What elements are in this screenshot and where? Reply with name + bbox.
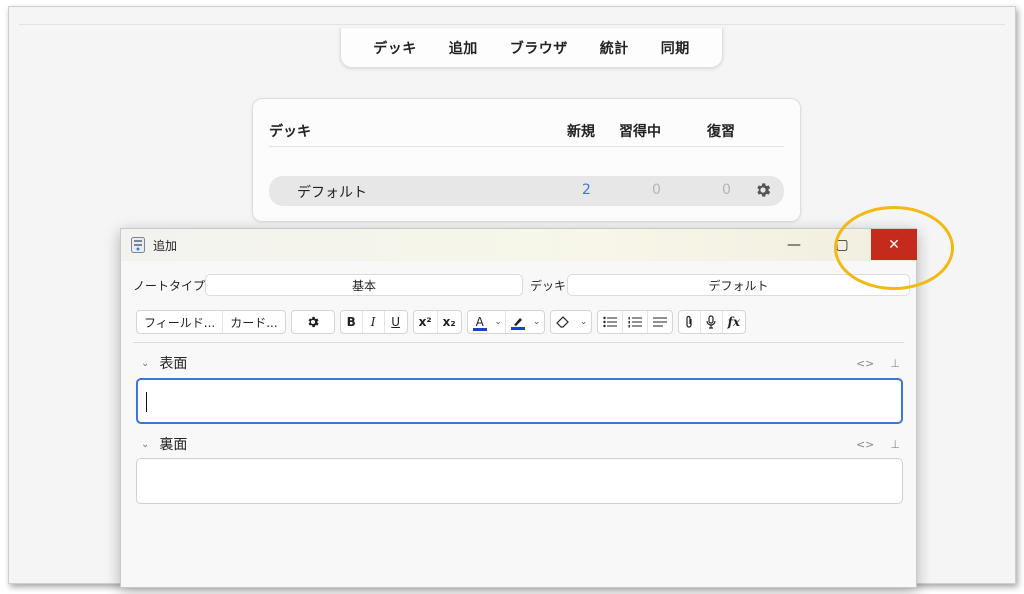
back-field-label: 裏面 (159, 437, 188, 453)
html-editor-toggle[interactable]: <> (856, 357, 874, 370)
numbered-list-icon[interactable] (623, 311, 648, 333)
main-menubar: デッキ 追加 ブラウザ 統計 同期 (340, 28, 723, 68)
text-color-button[interactable]: A (468, 311, 492, 333)
menu-decks[interactable]: デッキ (357, 38, 433, 58)
cards-button[interactable]: カード... (223, 311, 284, 333)
menu-add[interactable]: 追加 (433, 38, 494, 58)
editor-toolbar: フィールド... カード... B I U x² x₂ A ⌄ ⌄ ⌄ fx (136, 309, 751, 335)
minimize-button[interactable]: — (771, 229, 817, 261)
deck-list-card: デッキ 新規 習得中 復習 デフォルト 2 0 0 (252, 98, 801, 222)
pin-icon[interactable]: ⊥ (890, 438, 900, 451)
text-color-letter: A (475, 314, 484, 329)
front-field-icons: <> ⊥ (856, 357, 900, 370)
window-titlebar[interactable]: 追加 — ▢ ✕ (121, 229, 917, 261)
window-title: 追加 (153, 239, 178, 253)
paperclip-icon[interactable] (679, 311, 701, 333)
bullet-list-icon[interactable] (598, 311, 623, 333)
color-group: A ⌄ ⌄ (466, 310, 545, 334)
text-color-swatch (472, 327, 487, 331)
deck-row[interactable]: デフォルト 2 0 0 (269, 176, 784, 206)
front-field-editor[interactable] (136, 378, 903, 424)
close-button[interactable]: ✕ (871, 229, 917, 260)
microphone-icon[interactable] (701, 311, 723, 333)
deck-list-header: デッキ 新規 習得中 復習 (269, 121, 784, 145)
notetype-label: ノートタイプ (133, 279, 206, 293)
italic-button[interactable]: I (363, 311, 385, 333)
math-button[interactable]: fx (723, 311, 745, 333)
chevron-down-icon[interactable]: ⌄ (141, 439, 149, 450)
add-note-window: 追加 — ▢ ✕ ノートタイプ 基本 デッキ デフォルト フィールド... カー… (120, 228, 917, 588)
header-deck: デッキ (269, 124, 311, 140)
anki-app-icon (131, 237, 145, 253)
back-field-editor[interactable] (136, 458, 903, 504)
menu-stats[interactable]: 統計 (584, 38, 645, 58)
eraser-group: ⌄ (549, 310, 592, 334)
deck-value: デフォルト (708, 278, 769, 293)
front-field-header[interactable]: ⌄ 表面 (141, 354, 187, 372)
front-field-label: 表面 (159, 356, 188, 372)
chevron-down-icon[interactable]: ⌄ (492, 311, 506, 333)
eraser-icon[interactable] (551, 311, 577, 333)
pin-icon[interactable]: ⊥ (890, 357, 900, 370)
superscript-button[interactable]: x² (414, 311, 438, 333)
align-icon[interactable] (648, 311, 672, 333)
deck-selector[interactable]: デフォルト (567, 274, 910, 296)
deck-new-count: 2 (582, 182, 591, 198)
list-group (596, 310, 673, 334)
subscript-button[interactable]: x₂ (438, 311, 461, 333)
media-group: fx (677, 310, 746, 334)
header-learning: 習得中 (619, 124, 661, 140)
options-group (290, 310, 335, 334)
menu-browse[interactable]: ブラウザ (494, 38, 584, 58)
header-new: 新規 (567, 124, 595, 140)
gear-icon[interactable] (754, 181, 772, 199)
top-divider (19, 24, 1005, 25)
deck-review-count: 0 (722, 182, 731, 198)
header-review: 復習 (707, 124, 735, 140)
highlighter-icon[interactable] (506, 311, 530, 333)
chevron-down-icon[interactable]: ⌄ (141, 358, 149, 369)
deck-learning-count: 0 (652, 182, 661, 198)
underline-button[interactable]: U (385, 311, 407, 333)
chevron-down-icon[interactable]: ⌄ (577, 311, 591, 333)
notetype-value: 基本 (351, 278, 376, 293)
deck-name-link[interactable]: デフォルト (297, 182, 367, 202)
text-cursor (146, 392, 147, 412)
highlighter-glyph (513, 318, 522, 326)
html-editor-toggle[interactable]: <> (856, 438, 874, 451)
bold-button[interactable]: B (341, 311, 363, 333)
script-group: x² x₂ (412, 310, 462, 334)
chevron-down-icon[interactable]: ⌄ (530, 311, 544, 333)
text-style-group: B I U (339, 310, 408, 334)
deck-label: デッキ (530, 279, 567, 293)
fields-button[interactable]: フィールド... (137, 311, 224, 333)
toolbar-divider (133, 342, 904, 343)
notetype-selector[interactable]: 基本 (205, 274, 523, 296)
maximize-button[interactable]: ▢ (819, 229, 865, 261)
gear-icon[interactable] (292, 311, 334, 333)
back-field-icons: <> ⊥ (856, 438, 900, 451)
notetype-buttons-group: フィールド... カード... (136, 310, 286, 334)
header-divider (269, 146, 784, 147)
back-field-header[interactable]: ⌄ 裏面 (141, 435, 187, 453)
highlight-color-swatch (510, 327, 525, 330)
menu-sync[interactable]: 同期 (645, 38, 706, 58)
